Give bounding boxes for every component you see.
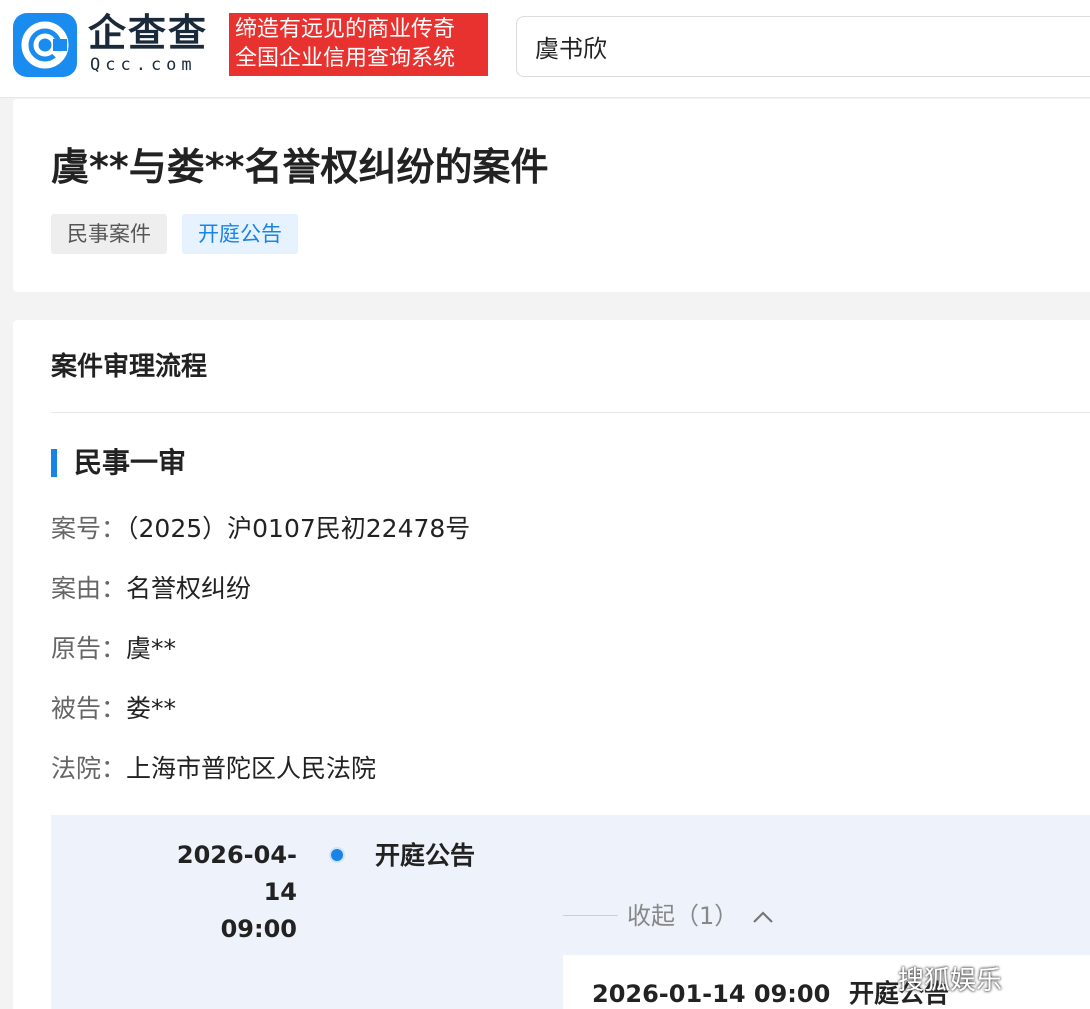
section-title: 案件审理流程: [51, 352, 208, 382]
case-cause-label: 案由：: [51, 574, 127, 603]
defendant-row: 被告：娄**: [51, 692, 176, 726]
court-label: 法院：: [51, 754, 127, 783]
sub-event-date: 2026-01-14 09:00: [592, 980, 831, 1008]
slogan-banner: 缔造有远见的商业传奇 全国企业信用查询系统: [229, 13, 488, 76]
case-title: 虞**与娄**名誉权纠纷的案件: [51, 145, 549, 189]
defendant-value[interactable]: 娄**: [126, 694, 176, 723]
chevron-up-icon: [752, 899, 774, 933]
timeline-event[interactable]: 开庭公告: [375, 839, 475, 873]
tag-civil-case: 民事案件: [51, 214, 167, 254]
collapse-divider: [563, 915, 618, 916]
slogan-line-1: 缔造有远见的商业传奇: [235, 17, 456, 42]
case-process-card: 案件审理流程 民事一审 案号：（2025）沪0107民初22478号 案由：名誉…: [13, 320, 1090, 1009]
slogan-line-2: 全国企业信用查询系统: [235, 46, 456, 71]
case-cause-value: 名誉权纠纷: [126, 574, 252, 603]
search-input[interactable]: [535, 17, 1090, 76]
top-header: 企查查 Qcc.com 缔造有远见的商业传奇 全国企业信用查询系统: [0, 0, 1090, 98]
stage-accent-bar: [51, 449, 57, 477]
defendant-label: 被告：: [51, 694, 127, 723]
sohu-watermark: 搜狐娱乐: [898, 966, 1003, 996]
logo-domain: Qcc.com: [90, 55, 197, 75]
court-row: 法院：上海市普陀区人民法院: [51, 752, 376, 786]
sub-event-card[interactable]: 2026-01-14 09:00 开庭公告: [563, 955, 1090, 1009]
case-number-value: （2025）沪0107民初22478号: [126, 514, 471, 543]
timeline-date-time: 09:00: [220, 915, 297, 943]
qcc-logo-icon[interactable]: [13, 13, 77, 77]
collapse-label: 收起（1）: [627, 902, 739, 930]
court-value[interactable]: 上海市普陀区人民法院: [126, 754, 376, 783]
case-summary-card: 虞**与娄**名誉权纠纷的案件 民事案件 开庭公告: [13, 99, 1090, 292]
logo-wordmark[interactable]: 企查查: [88, 12, 208, 54]
timeline-date: 2026-04-14 09:00: [157, 837, 297, 948]
case-number-label: 案号：: [51, 514, 127, 543]
plaintiff-value[interactable]: 虞**: [126, 634, 176, 663]
collapse-button[interactable]: 收起（1）: [627, 899, 774, 933]
timeline-date-day: 2026-04-14: [176, 841, 297, 906]
plaintiff-row: 原告：虞**: [51, 632, 176, 666]
search-box[interactable]: [516, 16, 1090, 77]
case-cause-row: 案由：名誉权纠纷: [51, 572, 251, 606]
timeline-dot-icon: [329, 847, 345, 863]
case-number-row: 案号：（2025）沪0107民初22478号: [51, 512, 470, 546]
plaintiff-label: 原告：: [51, 634, 127, 663]
tag-court-notice[interactable]: 开庭公告: [182, 214, 298, 254]
section-divider: [51, 412, 1090, 413]
stage-title: 民事一审: [74, 446, 187, 479]
